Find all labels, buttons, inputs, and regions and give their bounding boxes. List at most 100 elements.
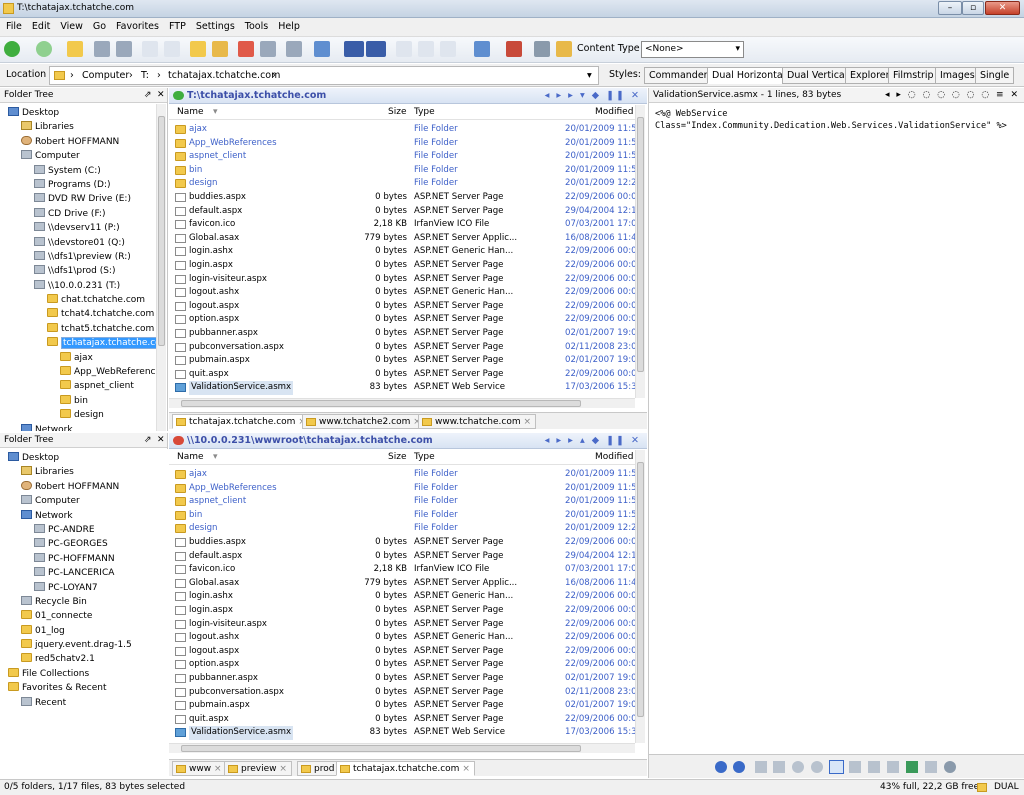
file-row[interactable]: quit.aspx 0 bytes ASP.NET Server Page 22/09…: [169, 368, 635, 382]
col-size[interactable]: Size: [388, 450, 406, 465]
menu-settings[interactable]: Settings: [190, 18, 239, 32]
style-filmstrip[interactable]: Filmstrip: [888, 67, 939, 84]
tree-item[interactable]: Libraries: [0, 465, 168, 479]
up-folder-icon[interactable]: [67, 41, 83, 57]
dual-pane-icon[interactable]: [344, 41, 364, 57]
tree-item[interactable]: Programs (D:): [0, 178, 156, 192]
tree-item[interactable]: PC-HOFFMANN: [0, 552, 168, 566]
preview-tool-icons[interactable]: ◂ ▸ ◌ ◌ ◌ ◌ ◌ ◌ ≡ ✕: [885, 88, 1020, 102]
file-row[interactable]: Global.asax 779 bytes ASP.NET Server Appli…: [169, 577, 635, 591]
next-icon[interactable]: [733, 761, 745, 773]
file-row[interactable]: login-visiteur.aspx 0 bytes ASP.NET Server…: [169, 618, 635, 632]
scroll-thumb[interactable]: [181, 745, 581, 752]
view-icon[interactable]: [314, 41, 330, 57]
tree-scrollbar[interactable]: [156, 104, 166, 431]
refresh-icon[interactable]: [173, 436, 184, 445]
maximize-button[interactable]: ▫: [962, 1, 984, 15]
file-row[interactable]: favicon.ico 2,18 KB IrfanView ICO File 07/0…: [169, 218, 635, 232]
zoom-in-icon[interactable]: [792, 761, 804, 773]
file-row[interactable]: buddies.aspx 0 bytes ASP.NET Server Page 22…: [169, 536, 635, 550]
file-row[interactable]: ajax File Folder 20/01/2009 11:5: [169, 123, 635, 137]
delete-icon[interactable]: [238, 41, 254, 57]
tree-item[interactable]: PC-LANCERICA: [0, 566, 168, 580]
menu-file[interactable]: File: [0, 18, 26, 32]
scroll-thumb[interactable]: [637, 462, 644, 717]
menu-tools[interactable]: Tools: [239, 18, 272, 32]
file-row[interactable]: bin File Folder 20/01/2009 11:5: [169, 509, 635, 523]
slideshow-icon[interactable]: [887, 761, 899, 773]
crumb-folder[interactable]: tchatajax.tchatche.com: [168, 67, 280, 84]
tree-item[interactable]: Desktop: [0, 451, 168, 465]
actual-size-icon[interactable]: [849, 761, 861, 773]
pane-tab[interactable]: www ×: [172, 761, 227, 776]
tree-item[interactable]: Robert HOFFMANN: [0, 135, 156, 149]
copy-icon[interactable]: [142, 41, 158, 57]
move-icon[interactable]: [212, 41, 228, 57]
file-row[interactable]: Global.asax 779 bytes ASP.NET Server Appli…: [169, 232, 635, 246]
properties-icon[interactable]: [396, 41, 412, 57]
col-name[interactable]: Name: [177, 450, 204, 465]
file-row[interactable]: pubbanner.aspx 0 bytes ASP.NET Server Page…: [169, 672, 635, 686]
tree-item[interactable]: 01_log: [0, 624, 168, 638]
notes-icon[interactable]: [418, 41, 434, 57]
menu-edit[interactable]: Edit: [26, 18, 54, 32]
style-dual-vertical[interactable]: Dual Vertical: [782, 67, 853, 84]
file-row[interactable]: login-visiteur.aspx 0 bytes ASP.NET Server…: [169, 273, 635, 287]
file-row[interactable]: ValidationService.asmx 83 bytes ASP.NET We…: [169, 726, 635, 740]
file-scrollbar-h[interactable]: [169, 743, 635, 753]
pane-nav-icons[interactable]: ◂ ▸ ▸ ▴ ◆ ❚❚ ✕: [545, 433, 641, 448]
tree-item[interactable]: \\devstore01 (Q:): [0, 236, 156, 250]
file-row[interactable]: option.aspx 0 bytes ASP.NET Server Page 22/…: [169, 658, 635, 672]
file-row[interactable]: login.aspx 0 bytes ASP.NET Server Page 22/0…: [169, 604, 635, 618]
file-row[interactable]: App_WebReferences File Folder 20/01/2009 1…: [169, 482, 635, 496]
file-scrollbar-h[interactable]: [169, 398, 635, 408]
tree-item[interactable]: aspnet_client: [0, 379, 156, 393]
close-tab-icon[interactable]: ×: [211, 764, 222, 774]
crumb-computer[interactable]: Computer: [82, 67, 129, 84]
close-tab-icon[interactable]: ×: [276, 764, 287, 774]
scroll-thumb[interactable]: [158, 116, 165, 346]
file-row[interactable]: ajax File Folder 20/01/2009 11:5: [169, 468, 635, 482]
tree-item[interactable]: Recent: [0, 696, 168, 710]
close-icon[interactable]: ✕: [157, 433, 165, 447]
tree-item[interactable]: \\dfs1\preview (R:): [0, 250, 156, 264]
document-icon[interactable]: [440, 41, 456, 57]
forward-icon[interactable]: [36, 41, 52, 57]
pane-nav-icons[interactable]: ◂ ▸ ▸ ▾ ◆ ❚❚ ✕: [545, 88, 641, 103]
file-row[interactable]: quit.aspx 0 bytes ASP.NET Server Page 22/09…: [169, 713, 635, 727]
chevron-down-icon[interactable]: ▾: [587, 67, 592, 84]
col-type[interactable]: Type: [414, 450, 435, 465]
tree-item[interactable]: Desktop: [0, 106, 156, 120]
tree-item[interactable]: red5chatv2.1: [0, 652, 168, 666]
file-row[interactable]: ValidationService.asmx 83 bytes ASP.NET We…: [169, 381, 635, 395]
settings-icon[interactable]: [534, 41, 550, 57]
preview-text[interactable]: <%@ WebService Class="Index.Community.Ded…: [655, 108, 1007, 132]
file-row[interactable]: pubconversation.aspx 0 bytes ASP.NET Serve…: [169, 686, 635, 700]
file-row[interactable]: bin File Folder 20/01/2009 11:5: [169, 164, 635, 178]
tree-item[interactable]: PC-LOYAN7: [0, 581, 168, 595]
tree-item[interactable]: tchat4.tchatche.com: [0, 307, 156, 321]
preview-pane-icon[interactable]: [366, 41, 386, 57]
tree-item[interactable]: ajax: [0, 351, 156, 365]
style-single[interactable]: Single: [975, 67, 1015, 84]
tree-item[interactable]: \\dfs1\prod (S:): [0, 264, 156, 278]
menu-ftp[interactable]: FTP: [163, 18, 190, 32]
file-row[interactable]: option.aspx 0 bytes ASP.NET Server Page 22/…: [169, 313, 635, 327]
col-type[interactable]: Type: [414, 105, 435, 120]
tree-item[interactable]: jquery.event.drag-1.5: [0, 638, 168, 652]
crumb-drive[interactable]: T:: [141, 67, 149, 84]
tree-item[interactable]: tchatajax.tchatche.com: [0, 336, 156, 350]
tree-item[interactable]: File Collections: [0, 667, 168, 681]
file-row[interactable]: aspnet_client File Folder 20/01/2009 11:5: [169, 495, 635, 509]
tree-item[interactable]: Favorites & Recent: [0, 681, 168, 695]
pane-tab[interactable]: www.tchatche.com ×: [418, 414, 537, 429]
back-icon[interactable]: [4, 41, 20, 57]
close-icon[interactable]: ✕: [157, 88, 165, 102]
style-dual-horizontal[interactable]: Dual Horizontal: [707, 67, 791, 84]
edit-icon[interactable]: [474, 41, 490, 57]
tree-item[interactable]: Computer: [0, 494, 168, 508]
tree-item[interactable]: DVD RW Drive (E:): [0, 192, 156, 206]
tree-item[interactable]: Libraries: [0, 120, 156, 134]
file-row[interactable]: design File Folder 20/01/2009 12:2: [169, 522, 635, 536]
zoom-out-icon[interactable]: [811, 761, 823, 773]
